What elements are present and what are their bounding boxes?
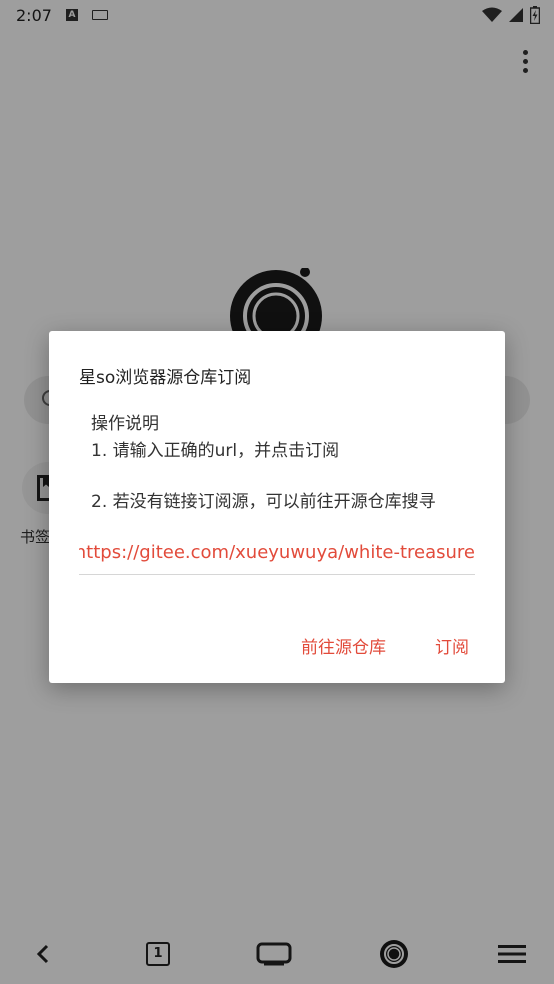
url-input[interactable] [79,531,475,575]
goto-repo-button[interactable]: 前往源仓库 [301,629,386,661]
dialog-message: 操作说明 1. 请输入正确的url，并点击订阅 2. 若没有链接订阅源，可以前往… [91,411,491,516]
subscribe-dialog: 星so浏览器源仓库订阅 操作说明 1. 请输入正确的url，并点击订阅 2. 若… [49,331,505,683]
message-gap [91,465,491,489]
message-line1: 1. 请输入正确的url，并点击订阅 [91,441,340,461]
message-line2: 2. 若没有链接订阅源，可以前往开源仓库搜寻 [91,492,436,512]
message-heading: 操作说明 [91,414,159,434]
subscribe-button[interactable]: 订阅 [435,629,469,661]
dialog-title: 星so浏览器源仓库订阅 [79,368,252,388]
